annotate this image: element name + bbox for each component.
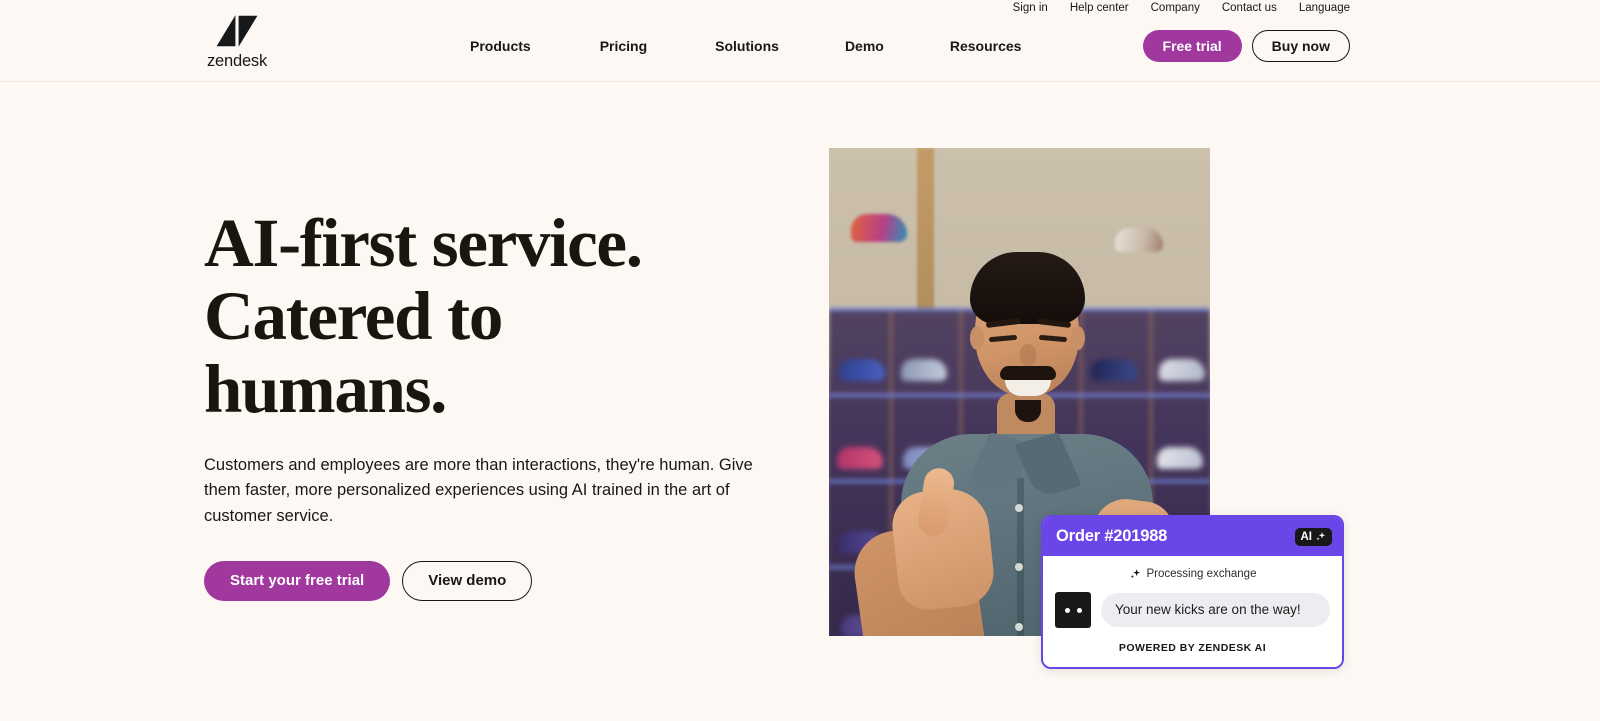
utility-link-company[interactable]: Company xyxy=(1151,2,1200,15)
ear-right xyxy=(1071,326,1085,350)
order-number: Order #201988 xyxy=(1056,527,1168,545)
page-root: Sign in Help center Company Contact us L… xyxy=(0,0,1600,721)
buy-now-button[interactable]: Buy now xyxy=(1251,30,1350,62)
ai-status-text: Processing exchange xyxy=(1146,568,1257,580)
utility-link-sign-in[interactable]: Sign in xyxy=(1013,2,1048,15)
nav-item-resources[interactable]: Resources xyxy=(950,32,1022,60)
hero-section: AI-first service. Catered to humans. Cus… xyxy=(0,82,1600,721)
ai-card-header: Order #201988 AI xyxy=(1043,517,1342,556)
hero-title-line-3: humans. xyxy=(204,351,447,428)
ear-left xyxy=(970,326,984,350)
utility-link-language[interactable]: Language xyxy=(1299,2,1350,15)
nav-item-products[interactable]: Products xyxy=(470,32,531,60)
zendesk-logo[interactable]: zendesk xyxy=(204,13,270,71)
site-header: Sign in Help center Company Contact us L… xyxy=(0,0,1600,82)
bot-eye-left xyxy=(1064,607,1070,613)
hair xyxy=(970,252,1085,324)
ai-card-body: Processing exchange Your new kicks are o… xyxy=(1043,556,1342,667)
view-demo-button[interactable]: View demo xyxy=(402,560,533,601)
nose xyxy=(1020,344,1036,366)
shirt-button xyxy=(1015,563,1023,571)
ai-message-bubble: Your new kicks are on the way! xyxy=(1101,592,1330,628)
hero-copy: AI-first service. Catered to humans. Cus… xyxy=(204,205,814,601)
ai-order-card: Order #201988 AI Processing exchange You… xyxy=(1041,515,1344,669)
zendesk-z-mark-icon xyxy=(216,15,258,47)
ai-badge-label: AI xyxy=(1300,530,1313,543)
main-nav: Products Pricing Solutions Demo Resource… xyxy=(470,32,1021,60)
shirt-placket xyxy=(1017,478,1024,636)
bot-eye-right xyxy=(1076,607,1082,613)
utility-link-help-center[interactable]: Help center xyxy=(1070,2,1129,15)
shirt-button xyxy=(1015,623,1023,631)
nav-item-pricing[interactable]: Pricing xyxy=(600,32,647,60)
shirt-button xyxy=(1015,504,1023,512)
hero-title: AI-first service. Catered to humans. xyxy=(204,205,814,428)
ai-card-footer: POWERED BY ZENDESK AI xyxy=(1118,642,1267,654)
utility-link-contact-us[interactable]: Contact us xyxy=(1222,2,1277,15)
nav-item-demo[interactable]: Demo xyxy=(845,32,884,60)
zendesk-wordmark: zendesk xyxy=(206,52,268,70)
ai-message-row: Your new kicks are on the way! xyxy=(1055,592,1330,628)
mustache xyxy=(1000,366,1056,380)
hero-subtitle: Customers and employees are more than in… xyxy=(204,456,753,525)
ai-badge[interactable]: AI xyxy=(1294,527,1332,546)
free-trial-button[interactable]: Free trial xyxy=(1142,30,1242,62)
start-free-trial-button[interactable]: Start your free trial xyxy=(204,560,391,601)
hero-title-line-1: AI-first service. xyxy=(204,205,643,281)
header-actions: Free trial Buy now xyxy=(1142,30,1350,62)
sparkle-icon xyxy=(1316,532,1326,541)
nav-item-solutions[interactable]: Solutions xyxy=(715,32,779,60)
hero-cta-group: Start your free trial View demo xyxy=(204,560,814,601)
hero-title-line-2: Catered to xyxy=(204,278,503,355)
sparkle-icon xyxy=(1130,569,1140,579)
bot-face-icon xyxy=(1055,592,1091,628)
ai-status-row: Processing exchange xyxy=(1055,568,1330,580)
goatee xyxy=(1015,400,1041,422)
